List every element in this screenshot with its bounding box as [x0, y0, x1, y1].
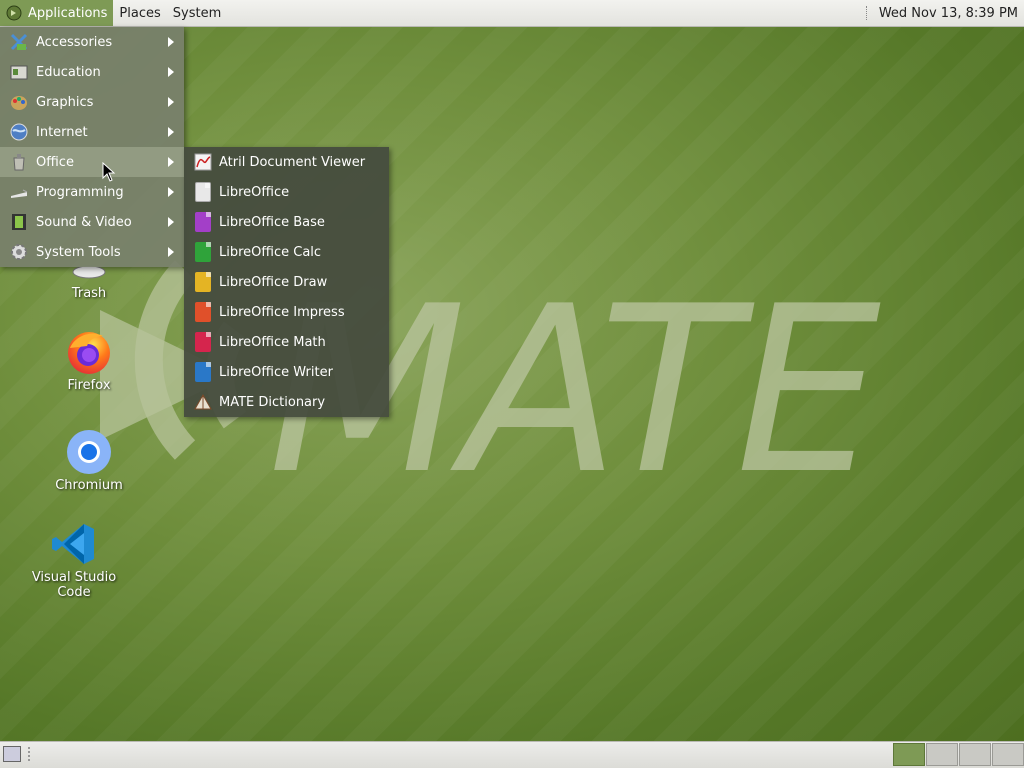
menu-item-label: Office [36, 154, 74, 170]
firefox-icon [65, 328, 113, 376]
internet-globe-icon [8, 121, 30, 143]
programming-icon [8, 181, 30, 203]
submenu-arrow-icon [168, 37, 174, 47]
mate-logo-icon [6, 5, 22, 21]
workspace-4[interactable] [992, 743, 1024, 766]
menu-item-label: Accessories [36, 34, 113, 50]
menu-item-graphics[interactable]: Graphics [0, 87, 184, 117]
panel-grip [865, 6, 869, 20]
libreoffice-base-icon [192, 211, 214, 233]
education-icon [8, 61, 30, 83]
desktop-icon-vscode[interactable]: Visual Studio Code [19, 520, 129, 600]
menu-item-label: LibreOffice Calc [219, 244, 322, 260]
show-desktop-button[interactable] [3, 746, 21, 762]
libreoffice-math-icon [192, 331, 214, 353]
dictionary-icon [192, 391, 214, 413]
applications-menu-label: Applications [28, 5, 108, 21]
menu-item-label: LibreOffice Draw [219, 274, 328, 290]
libreoffice-writer-icon [192, 361, 214, 383]
workspace-2[interactable] [926, 743, 958, 766]
workspace-3[interactable] [959, 743, 991, 766]
accessories-icon [8, 31, 30, 53]
menu-item-label: Programming [36, 184, 124, 200]
menu-item-label: System Tools [36, 244, 121, 260]
desktop-icon-label: Firefox [67, 378, 111, 393]
menu-item-libreoffice-calc[interactable]: LibreOffice Calc [184, 237, 389, 267]
applications-menu-button[interactable]: Applications [0, 0, 114, 26]
menu-item-label: LibreOffice Math [219, 334, 326, 350]
menu-item-education[interactable]: Education [0, 57, 184, 87]
clock-text: Wed Nov 13, 8:39 PM [878, 5, 1018, 21]
menu-item-libreoffice-impress[interactable]: LibreOffice Impress [184, 297, 389, 327]
clock-applet[interactable]: Wed Nov 13, 8:39 PM [858, 0, 1024, 26]
menu-item-atril[interactable]: Atril Document Viewer [184, 147, 389, 177]
desktop-icon-chromium[interactable]: Chromium [34, 428, 144, 493]
menu-item-libreoffice-draw[interactable]: LibreOffice Draw [184, 267, 389, 297]
desktop-icon-label: Trash [71, 286, 107, 301]
menu-item-label: Education [36, 64, 101, 80]
menu-item-label: LibreOffice Writer [219, 364, 333, 380]
menu-item-libreoffice[interactable]: LibreOffice [184, 177, 389, 207]
panel-grip [28, 747, 33, 761]
submenu-arrow-icon [168, 127, 174, 137]
menu-item-libreoffice-math[interactable]: LibreOffice Math [184, 327, 389, 357]
places-menu-button[interactable]: Places [113, 0, 166, 26]
submenu-arrow-icon [168, 67, 174, 77]
workspace-1[interactable] [893, 743, 925, 766]
submenu-arrow-icon [168, 187, 174, 197]
vscode-icon [50, 520, 98, 568]
atril-icon [192, 151, 214, 173]
applications-menu: Accessories Education Graphics Internet … [0, 27, 184, 267]
system-menu-button[interactable]: System [167, 0, 227, 26]
menu-item-label: Internet [36, 124, 88, 140]
menu-item-label: LibreOffice Base [219, 214, 325, 230]
menu-item-label: MATE Dictionary [219, 394, 326, 410]
menu-item-programming[interactable]: Programming [0, 177, 184, 207]
menu-item-mate-dictionary[interactable]: MATE Dictionary [184, 387, 389, 417]
menu-item-label: LibreOffice [219, 184, 290, 200]
sound-video-icon [8, 211, 30, 233]
submenu-arrow-icon [168, 217, 174, 227]
submenu-arrow-icon [168, 157, 174, 167]
places-menu-label: Places [119, 5, 161, 21]
libreoffice-impress-icon [192, 301, 214, 323]
menu-item-internet[interactable]: Internet [0, 117, 184, 147]
menu-item-label: Atril Document Viewer [219, 154, 366, 170]
bottom-panel [0, 741, 1024, 768]
libreoffice-calc-icon [192, 241, 214, 263]
graphics-icon [8, 91, 30, 113]
submenu-arrow-icon [168, 97, 174, 107]
menu-item-libreoffice-base[interactable]: LibreOffice Base [184, 207, 389, 237]
menu-item-system-tools[interactable]: System Tools [0, 237, 184, 267]
top-panel: Applications Places System Wed Nov 13, 8… [0, 0, 1024, 27]
menu-item-label: Graphics [36, 94, 94, 110]
chromium-icon [65, 428, 113, 476]
libreoffice-icon [192, 181, 214, 203]
system-menu-label: System [172, 5, 222, 21]
menu-item-label: LibreOffice Impress [219, 304, 345, 320]
submenu-arrow-icon [168, 247, 174, 257]
desktop-icon-label: Chromium [55, 478, 123, 493]
menu-item-libreoffice-writer[interactable]: LibreOffice Writer [184, 357, 389, 387]
desktop-icon-label: Visual Studio Code [31, 570, 117, 600]
desktop-icon-firefox[interactable]: Firefox [34, 328, 144, 393]
mouse-cursor-icon [102, 162, 116, 182]
menu-item-office[interactable]: Office [0, 147, 184, 177]
menu-item-label: Sound & Video [36, 214, 132, 230]
office-icon [8, 151, 30, 173]
system-tools-icon [8, 241, 30, 263]
libreoffice-draw-icon [192, 271, 214, 293]
menu-item-sound-video[interactable]: Sound & Video [0, 207, 184, 237]
menu-item-accessories[interactable]: Accessories [0, 27, 184, 57]
office-submenu: Atril Document Viewer LibreOffice LibreO… [184, 147, 389, 417]
